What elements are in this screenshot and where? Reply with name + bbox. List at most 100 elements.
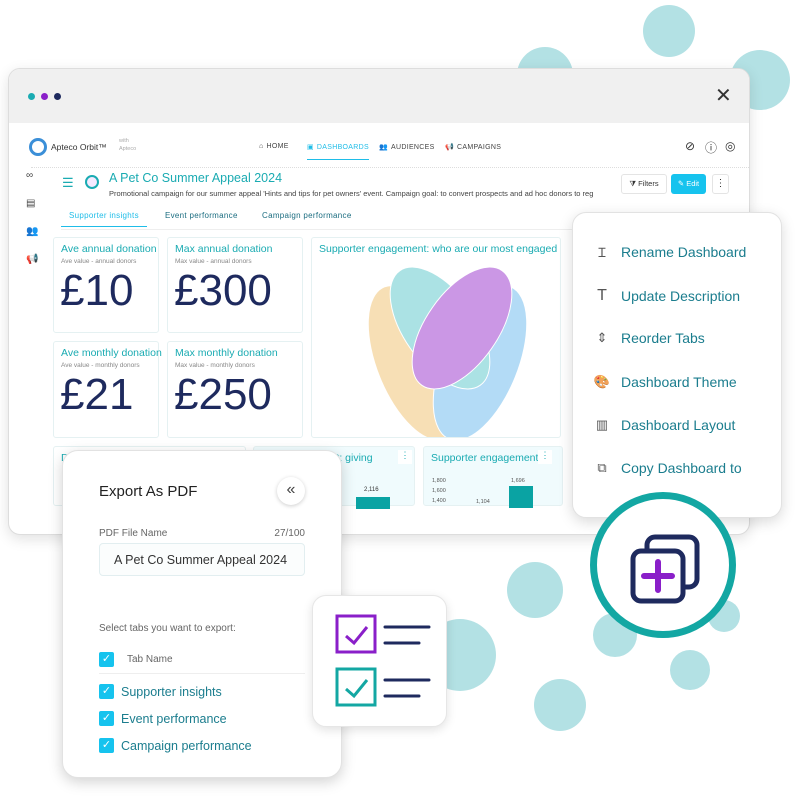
nav-home[interactable]: ⌂ HOME: [259, 143, 289, 150]
kpi-card[interactable]: Ave annual donation Ave value - annual do…: [53, 237, 159, 333]
export-title: Export As PDF: [99, 483, 198, 500]
megaphone-icon: 📢: [445, 144, 455, 151]
kpi-title: Ave monthly donation: [61, 347, 162, 359]
bar-label: 1,696: [511, 478, 525, 484]
dashboard-title: A Pet Co Summer Appeal 2024: [109, 171, 283, 185]
chart-card[interactable]: Supporter engagement: ⋮ 1,800 1,600 1,40…: [423, 446, 563, 508]
decor-bubble: [534, 679, 586, 731]
tab-checkbox-label: Supporter insights: [121, 685, 222, 699]
brand-with-name: Apteco: [119, 146, 137, 152]
window-dot: [54, 93, 61, 100]
report-icon[interactable]: ▤: [26, 198, 35, 209]
checklist-icon: [335, 614, 431, 707]
window-dot: [41, 93, 48, 100]
brand-with: with: [119, 138, 129, 144]
menu-item-rename[interactable]: Ɪ Rename Dashboard: [591, 243, 746, 261]
menu-item-update-description[interactable]: T Update Description: [591, 287, 740, 305]
edit-icon: ✎: [677, 179, 687, 188]
filter-icon: ⧩: [629, 179, 639, 188]
tab-name-header: Tab Name: [127, 654, 173, 665]
venn-diagram: [367, 266, 528, 437]
kpi-subtitle: Ave value - annual donors: [61, 258, 137, 265]
more-button[interactable]: ⋮: [538, 450, 552, 464]
menu-item-theme[interactable]: 🎨 Dashboard Theme: [591, 374, 737, 390]
tab-checkbox[interactable]: ✓: [99, 711, 114, 726]
kpi-title: Max monthly donation: [175, 347, 278, 359]
decor-bubble: [507, 562, 563, 618]
palette-icon: 🎨: [593, 374, 611, 389]
bar: [509, 486, 533, 508]
kpi-card[interactable]: Ave monthly donation Ave value - monthly …: [53, 341, 162, 438]
chart-title: Supporter engagement:: [431, 452, 542, 464]
filters-button[interactable]: ⧩ Filters: [621, 174, 667, 194]
kpi-value: £10: [60, 266, 134, 315]
megaphone-icon[interactable]: 📢: [26, 254, 38, 265]
dashboard-description: Promotional campaign for our summer appe…: [109, 189, 594, 198]
tab-campaign-performance[interactable]: Campaign performance: [262, 211, 352, 220]
user-icon[interactable]: ◎: [725, 139, 735, 153]
more-button[interactable]: ⋮: [398, 450, 412, 464]
file-name-label: PDF File Name: [99, 528, 168, 539]
axis-tick: 1,400: [432, 498, 446, 504]
checklist-card: [312, 595, 447, 727]
tab-checkbox-label: Campaign performance: [121, 739, 252, 753]
kpi-card[interactable]: Max monthly donation Max value - monthly …: [167, 341, 303, 438]
venn-card[interactable]: Supporter engagement: who are our most e…: [311, 237, 561, 438]
copy-to-icon: ⧉: [597, 460, 607, 475]
kpi-subtitle: Max value - monthly donors: [175, 362, 255, 369]
export-pdf-panel: Export As PDF « PDF File Name 27/100 A P…: [62, 450, 342, 778]
collapse-button[interactable]: «: [277, 477, 305, 505]
tab-checkbox[interactable]: ✓: [99, 684, 114, 699]
select-tabs-label: Select tabs you want to export:: [99, 623, 236, 634]
select-all-checkbox[interactable]: ✓: [99, 652, 114, 667]
tab-supporter-insights[interactable]: Supporter insights: [61, 211, 147, 227]
tab-event-performance[interactable]: Event performance: [165, 211, 238, 220]
layout-icon: ▥: [595, 417, 609, 432]
more-button[interactable]: ⋮: [712, 174, 729, 194]
dashboard-logo: [85, 175, 99, 189]
app-logo[interactable]: [29, 138, 47, 156]
kpi-subtitle: Max value - annual donors: [175, 258, 252, 265]
menu-item-copy[interactable]: ⧉ Copy Dashboard to: [591, 460, 741, 476]
brand-name: Apteco Orbit™: [51, 142, 107, 152]
menu-icon[interactable]: ☰: [62, 175, 74, 191]
bar-label: 1,104: [476, 499, 490, 505]
nav-audiences[interactable]: 👥 AUDIENCES: [379, 143, 435, 152]
text-cursor-icon: Ɪ: [598, 245, 606, 260]
kpi-subtitle: Ave value - monthly donors: [61, 362, 140, 369]
dashboard-options-menu: Ɪ Rename Dashboard T Update Description ⇕ R…: [572, 212, 782, 518]
header-divider: [31, 167, 749, 168]
close-icon[interactable]: ✕: [715, 83, 732, 108]
menu-item-layout[interactable]: ▥ Dashboard Layout: [591, 417, 736, 433]
reorder-icon: ⇕: [596, 330, 608, 345]
copy-feature-badge: [590, 492, 736, 638]
people-icon: 👥: [379, 144, 389, 151]
axis-tick: 1,800: [432, 478, 446, 484]
window-dot: [28, 93, 35, 100]
nav-dashboards[interactable]: ▣ DASHBOARDS: [307, 143, 369, 160]
tab-checkbox-label: Event performance: [121, 712, 227, 726]
people-icon[interactable]: 👥: [26, 226, 38, 237]
decor-bubble: [670, 650, 710, 690]
kpi-value: £250: [174, 370, 272, 419]
title-bar: ✕: [9, 69, 749, 123]
help-icon[interactable]: ⓘ: [705, 139, 717, 156]
bar: [356, 497, 390, 509]
nav-campaigns[interactable]: 📢 CAMPAIGNS: [445, 143, 501, 152]
kpi-value: £300: [174, 266, 272, 315]
file-name-input[interactable]: A Pet Co Summer Appeal 2024: [99, 543, 305, 576]
menu-item-reorder-tabs[interactable]: ⇕ Reorder Tabs: [591, 330, 705, 346]
tab-checkbox[interactable]: ✓: [99, 738, 114, 753]
bar-label: 2,116: [364, 487, 379, 493]
file-name-count: 27/100: [274, 528, 305, 539]
kpi-title: Max annual donation: [175, 243, 273, 255]
link-icon[interactable]: ∞: [26, 170, 33, 181]
copy-add-icon: [630, 534, 700, 604]
text-icon: T: [597, 287, 607, 304]
share-icon[interactable]: ⊘: [685, 139, 695, 153]
kpi-card[interactable]: Max annual donation Max value - annual do…: [167, 237, 303, 333]
header-divider: [99, 673, 305, 674]
kpi-title: Ave annual donation: [61, 243, 157, 255]
edit-button[interactable]: ✎ Edit: [671, 174, 706, 194]
kpi-value: £21: [60, 370, 134, 419]
